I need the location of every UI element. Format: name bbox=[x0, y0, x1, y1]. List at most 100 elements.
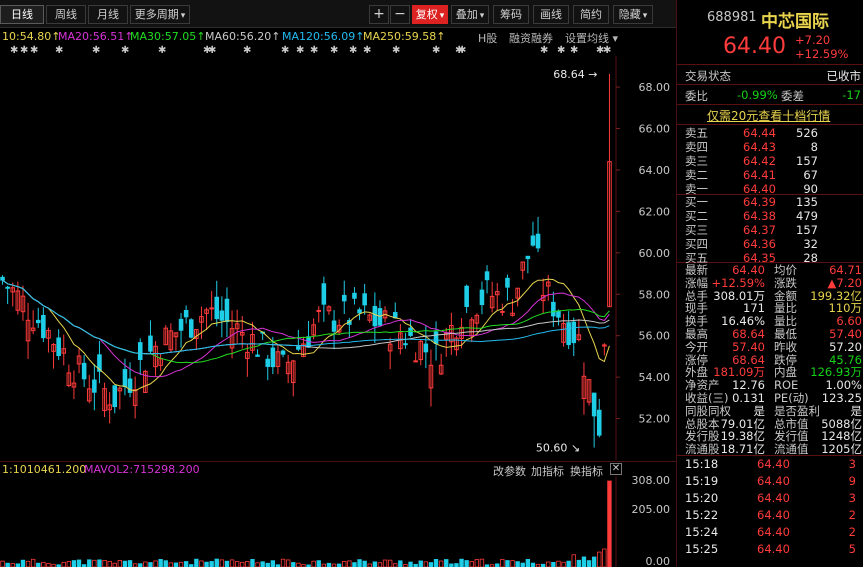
event-marker[interactable]: ✱ bbox=[432, 45, 440, 56]
event-marker[interactable]: ✱ bbox=[363, 45, 371, 56]
volume-bar bbox=[418, 560, 423, 567]
price-change-pct: +12.59% bbox=[795, 47, 849, 61]
volume-bar bbox=[387, 559, 393, 567]
sell-level-2[interactable]: 卖四 64.43 8 bbox=[677, 140, 863, 154]
candle-body bbox=[484, 271, 490, 281]
ma-value-0: 10:54.80↑ bbox=[2, 30, 61, 43]
event-marker[interactable]: ✱ bbox=[310, 45, 318, 56]
event-marker[interactable]: ✱ bbox=[296, 45, 304, 56]
tab-daily[interactable]: 日线 bbox=[0, 5, 44, 24]
ma-value-1: MA20:56.51↑ bbox=[58, 30, 134, 43]
event-marker[interactable]: ✱ bbox=[10, 45, 18, 56]
candle-body bbox=[535, 233, 541, 249]
volume-bar bbox=[219, 559, 225, 567]
sell-level-label: 卖三 bbox=[685, 154, 708, 168]
candle-body bbox=[433, 331, 439, 344]
candle-body bbox=[81, 362, 87, 380]
buy-level-4[interactable]: 买四 64.36 32 bbox=[677, 237, 863, 251]
sell-level-5[interactable]: 卖一 64.40 90 bbox=[677, 182, 863, 196]
volume-tick-label: 308.00 bbox=[632, 476, 671, 487]
buy-level-volume: 32 bbox=[803, 237, 818, 251]
candle-body bbox=[41, 314, 46, 339]
volume-bar bbox=[97, 559, 102, 567]
ma30-line bbox=[2, 279, 610, 364]
ma-tool-2[interactable]: 设置均线 ▾ bbox=[565, 30, 618, 46]
candle-body bbox=[525, 255, 531, 260]
volume-bar bbox=[153, 560, 158, 567]
volume-bar bbox=[270, 560, 276, 567]
tick-row: 15:22 64.40 2 bbox=[677, 507, 863, 524]
hide-dropdown[interactable]: 隐藏 bbox=[613, 5, 653, 24]
event-marker[interactable]: ✱ bbox=[55, 45, 63, 56]
volume-bar bbox=[265, 562, 270, 567]
candle-body bbox=[372, 305, 378, 327]
buy-level-price: 64.38 bbox=[743, 209, 776, 223]
tab-weekly[interactable]: 周线 bbox=[46, 5, 86, 24]
event-marker[interactable]: ✱ bbox=[281, 45, 289, 56]
event-marker[interactable]: ✱ bbox=[121, 45, 129, 56]
candle-body bbox=[464, 285, 469, 307]
event-marker[interactable]: ✱ bbox=[392, 45, 400, 56]
tick-row: 15:20 64.40 3 bbox=[677, 490, 863, 507]
level2-promo-link[interactable]: 仅需20元查看十档行情 bbox=[707, 107, 830, 124]
buy-level-3[interactable]: 买三 64.37 157 bbox=[677, 223, 863, 237]
volume-bar bbox=[199, 560, 204, 567]
event-marker[interactable]: ✱ bbox=[20, 45, 28, 56]
volume-bar bbox=[362, 560, 367, 567]
volume-bar bbox=[510, 560, 515, 567]
event-marker[interactable]: ✱ bbox=[243, 45, 251, 56]
volume-bar bbox=[311, 560, 316, 567]
event-marker[interactable]: ✱ bbox=[158, 45, 166, 56]
event-marker[interactable]: ✱ bbox=[208, 45, 216, 56]
zoom-in-button[interactable]: + bbox=[369, 5, 389, 24]
event-marker[interactable]: ✱ bbox=[349, 45, 357, 56]
stat-label: 流通值 bbox=[774, 442, 809, 457]
sell-level-price: 64.44 bbox=[743, 126, 776, 140]
candle-body bbox=[219, 310, 225, 321]
volume-bar bbox=[326, 562, 332, 567]
close-icon[interactable]: ✕ bbox=[610, 463, 622, 475]
tick-price: 64.40 bbox=[757, 542, 790, 556]
mavol2-value: MAVOL2:715298.200 bbox=[84, 463, 200, 476]
buy-level-1[interactable]: 买一 64.39 135 bbox=[677, 195, 863, 209]
ma-tool-1[interactable]: 融资融券 bbox=[509, 30, 553, 46]
sell-level-label: 卖四 bbox=[685, 140, 708, 154]
price-tick-label: 62.00 bbox=[639, 205, 671, 218]
event-marker[interactable]: ✱ bbox=[570, 45, 578, 56]
event-marker[interactable]: ✱ bbox=[557, 45, 565, 56]
volume-bar bbox=[209, 561, 214, 567]
ma-value-5: MA250:59.58↑ bbox=[363, 30, 446, 43]
event-marker[interactable]: ✱ bbox=[458, 45, 466, 56]
overlay-dropdown[interactable]: 叠加 bbox=[451, 5, 489, 24]
candle-body bbox=[183, 309, 189, 318]
volume-bar bbox=[586, 560, 592, 567]
buy-level-label: 买二 bbox=[685, 209, 708, 223]
buy-level-2[interactable]: 买二 64.38 479 bbox=[677, 209, 863, 223]
tick-time: 15:24 bbox=[685, 525, 719, 539]
zoom-out-button[interactable]: − bbox=[390, 5, 410, 24]
sell-level-label: 卖一 bbox=[685, 182, 708, 196]
volume-bar bbox=[576, 559, 582, 567]
volume-bar bbox=[71, 560, 77, 567]
draw-line-button[interactable]: 画线 bbox=[533, 5, 569, 24]
event-marker[interactable]: ✱ bbox=[330, 45, 338, 56]
ma-tool-0[interactable]: H股 bbox=[478, 30, 497, 46]
simple-mode-button[interactable]: 简约 bbox=[573, 5, 609, 24]
sell-level-4[interactable]: 卖二 64.41 67 bbox=[677, 168, 863, 182]
event-marker[interactable]: ✱ bbox=[92, 45, 100, 56]
sell-level-3[interactable]: 卖三 64.42 157 bbox=[677, 154, 863, 168]
adjust-price-dropdown[interactable]: 复权 bbox=[412, 5, 448, 24]
event-marker[interactable]: ✱ bbox=[30, 45, 38, 56]
tick-row: 15:25 64.40 5 bbox=[677, 541, 863, 558]
more-periods-dropdown[interactable]: 更多周期 bbox=[130, 5, 190, 24]
volume-bar bbox=[398, 560, 403, 567]
tick-time: 15:18 bbox=[685, 457, 719, 471]
volume-bar bbox=[347, 560, 352, 567]
volume-bar bbox=[20, 559, 26, 567]
tab-monthly[interactable]: 月线 bbox=[88, 5, 128, 24]
event-marker[interactable]: ✱ bbox=[540, 45, 548, 56]
candlestick-chart[interactable]: 68.00 66.00 64.00 62.00 60.00 58.00 56.00 54.00… bbox=[0, 56, 676, 460]
sell-level-1[interactable]: 卖五 64.44 526 bbox=[677, 126, 863, 140]
chips-button[interactable]: 筹码 bbox=[493, 5, 529, 24]
event-marker[interactable]: ✱ bbox=[603, 45, 611, 56]
